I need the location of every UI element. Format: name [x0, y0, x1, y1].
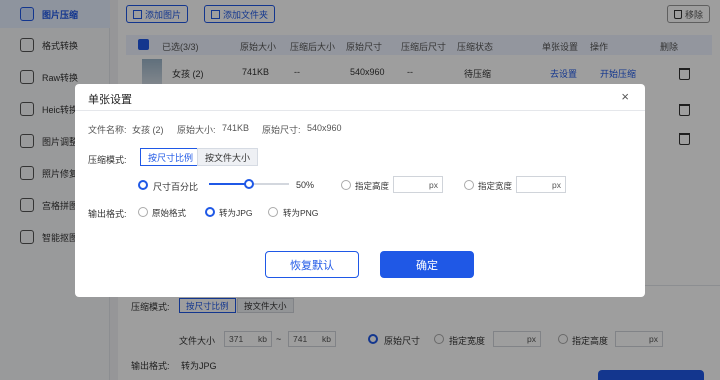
unit-label: px [552, 179, 561, 190]
size-percent-label: 尺寸百分比 [153, 182, 199, 192]
specify-height-label: 指定高度 [355, 181, 390, 191]
tab-size-ratio[interactable]: 按尺寸比例 [140, 148, 202, 166]
original-format-label: 原始格式 [152, 208, 187, 218]
reset-default-button[interactable]: 恢复默认 [265, 251, 359, 278]
close-icon[interactable]: × [621, 90, 629, 103]
radio-specify-height[interactable] [341, 180, 351, 190]
slider-fill [209, 183, 249, 185]
radio-to-jpg[interactable] [205, 207, 215, 217]
width-input[interactable]: px [516, 176, 566, 193]
confirm-button[interactable]: 确定 [380, 251, 474, 278]
dialog-header: 单张设置 × [75, 84, 645, 111]
orig-size-label: 原始大小: [177, 125, 216, 135]
radio-size-percent[interactable] [138, 180, 148, 190]
size-percent-value: 50% [296, 180, 315, 190]
app-window: 图片压缩 格式转换 Raw转换 Heic转换 图片调整 照片修复 宫格拼图 智能… [0, 0, 720, 380]
dialog-output-label: 输出格式: [88, 209, 127, 219]
size-percent-slider[interactable] [209, 179, 289, 189]
single-settings-dialog: 单张设置 × 文件名称: 女孩 (2) 原始大小: 741KB 原始尺寸: 54… [75, 84, 645, 297]
file-name-label: 文件名称: [88, 125, 127, 135]
tab-file-size[interactable]: 按文件大小 [197, 148, 259, 166]
slider-handle[interactable] [244, 179, 254, 189]
to-png-label: 转为PNG [283, 208, 319, 218]
height-input[interactable]: px [393, 176, 443, 193]
radio-specify-width[interactable] [464, 180, 474, 190]
specify-width-label: 指定宽度 [478, 181, 513, 191]
radio-original-format[interactable] [138, 207, 148, 217]
file-name-value: 女孩 (2) [132, 125, 164, 135]
dialog-mode-label: 压缩模式: [88, 155, 127, 165]
orig-dim-label: 原始尺寸: [262, 125, 301, 135]
dialog-title: 单张设置 [88, 94, 132, 106]
to-jpg-label: 转为JPG [219, 208, 253, 218]
radio-to-png[interactable] [268, 207, 278, 217]
orig-size-value: 741KB [222, 123, 250, 133]
orig-dim-value: 540x960 [307, 123, 342, 133]
unit-label: px [429, 179, 438, 190]
